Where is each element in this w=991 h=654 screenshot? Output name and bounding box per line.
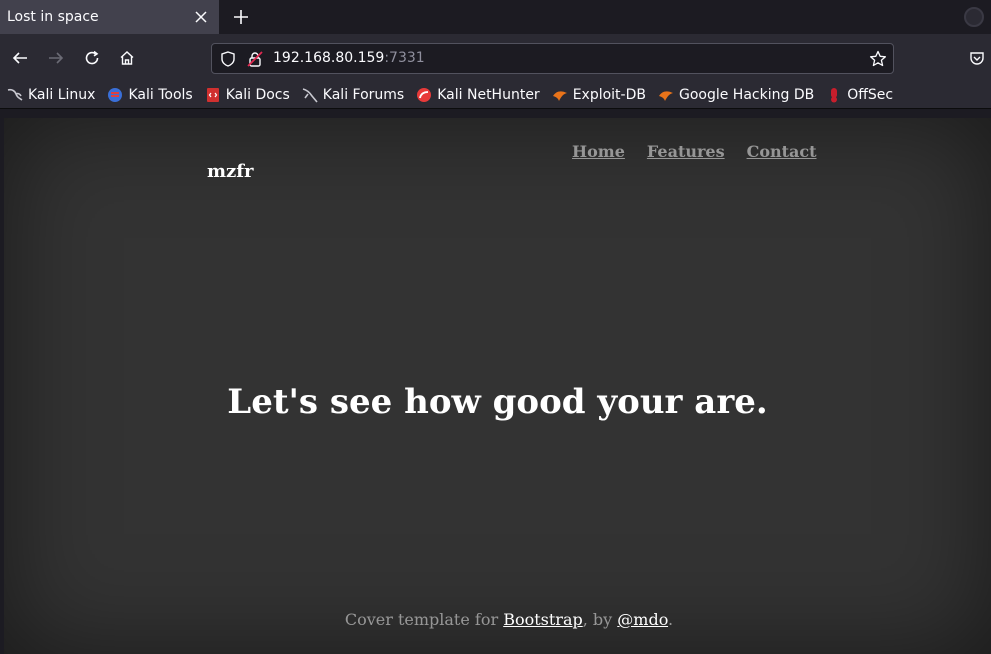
back-button[interactable] <box>6 44 34 72</box>
url-host: 192.168.80.159 <box>273 50 385 66</box>
site-brand: mzfr <box>207 161 254 182</box>
bookmark-label: Kali Linux <box>28 87 96 103</box>
bookmark-label: Kali NetHunter <box>437 87 540 103</box>
close-tab-icon[interactable] <box>191 7 211 27</box>
shield-icon[interactable] <box>219 50 237 68</box>
page-footer: Cover template for Bootstrap, by @mdo. <box>4 610 991 629</box>
nav-link-home[interactable]: Home <box>572 142 625 161</box>
bookmark-star-icon[interactable] <box>869 50 887 68</box>
hero-headline: Let's see how good your are. <box>227 382 768 422</box>
address-bar[interactable]: 192.168.80.159:7331 <box>211 43 894 74</box>
footer-prefix: Cover template for <box>344 610 504 629</box>
bookmark-exploit-db[interactable]: Exploit-DB <box>552 83 646 107</box>
content-area: mzfr Home Features Contact Let's see how… <box>0 109 991 654</box>
tab-strip: Lost in space <box>0 0 991 34</box>
url-text[interactable]: 192.168.80.159:7331 <box>273 50 425 66</box>
bookmark-label: Exploit-DB <box>572 87 646 103</box>
bookmark-label: Kali Forums <box>322 87 405 103</box>
bookmark-kali-nethunter[interactable]: Kali NetHunter <box>416 83 540 107</box>
nethunter-icon <box>416 87 432 103</box>
bookmark-label: Kali Docs <box>225 87 290 103</box>
reload-icon <box>85 50 99 65</box>
pocket-icon <box>970 52 984 65</box>
footer-link-mdo[interactable]: @mdo <box>617 610 668 629</box>
bookmark-label: OffSec <box>847 87 894 103</box>
forward-arrow-icon <box>49 52 64 64</box>
kali-forums-icon <box>302 87 318 103</box>
back-arrow-icon <box>12 52 27 64</box>
footer-link-bootstrap[interactable]: Bootstrap <box>503 610 583 629</box>
tab-title: Lost in space <box>7 9 99 25</box>
footer-suffix: . <box>668 610 674 629</box>
footer-middle: , by <box>582 610 618 629</box>
kali-docs-icon <box>205 87 221 103</box>
bookmark-ghdb[interactable]: Google Hacking DB <box>658 83 814 107</box>
offsec-icon <box>826 87 842 103</box>
kali-dragon-icon <box>7 87 23 103</box>
bookmarks-toolbar: Kali Linux Kali Tools Kali Docs Kali For… <box>0 82 991 108</box>
nav-link-contact[interactable]: Contact <box>747 142 817 161</box>
browser-tab[interactable]: Lost in space <box>0 0 219 34</box>
insecure-lock-icon[interactable] <box>246 50 264 68</box>
bookmark-label: Kali Tools <box>128 87 193 103</box>
kali-tools-icon <box>107 87 123 103</box>
home-icon <box>120 51 134 65</box>
url-port: :7331 <box>384 50 425 66</box>
home-button[interactable] <box>113 44 141 72</box>
bookmark-kali-forums[interactable]: Kali Forums <box>302 83 404 107</box>
nav-link-features[interactable]: Features <box>647 142 725 161</box>
forward-button[interactable] <box>42 44 70 72</box>
bookmark-kali-linux[interactable]: Kali Linux <box>7 83 95 107</box>
site-nav: Home Features Contact <box>572 142 839 161</box>
bookmark-kali-tools[interactable]: Kali Tools <box>107 83 193 107</box>
web-page: mzfr Home Features Contact Let's see how… <box>4 118 991 654</box>
ghdb-icon <box>658 87 674 103</box>
pocket-button[interactable] <box>963 44 991 72</box>
bookmark-kali-docs[interactable]: Kali Docs <box>205 83 290 107</box>
account-icon[interactable] <box>964 7 984 27</box>
reload-button[interactable] <box>78 44 106 72</box>
new-tab-button[interactable] <box>229 5 253 29</box>
bookmark-label: Google Hacking DB <box>678 87 815 103</box>
exploit-db-icon <box>552 87 568 103</box>
nav-toolbar: 192.168.80.159:7331 <box>0 34 991 82</box>
bookmark-offsec[interactable]: OffSec <box>826 83 893 107</box>
